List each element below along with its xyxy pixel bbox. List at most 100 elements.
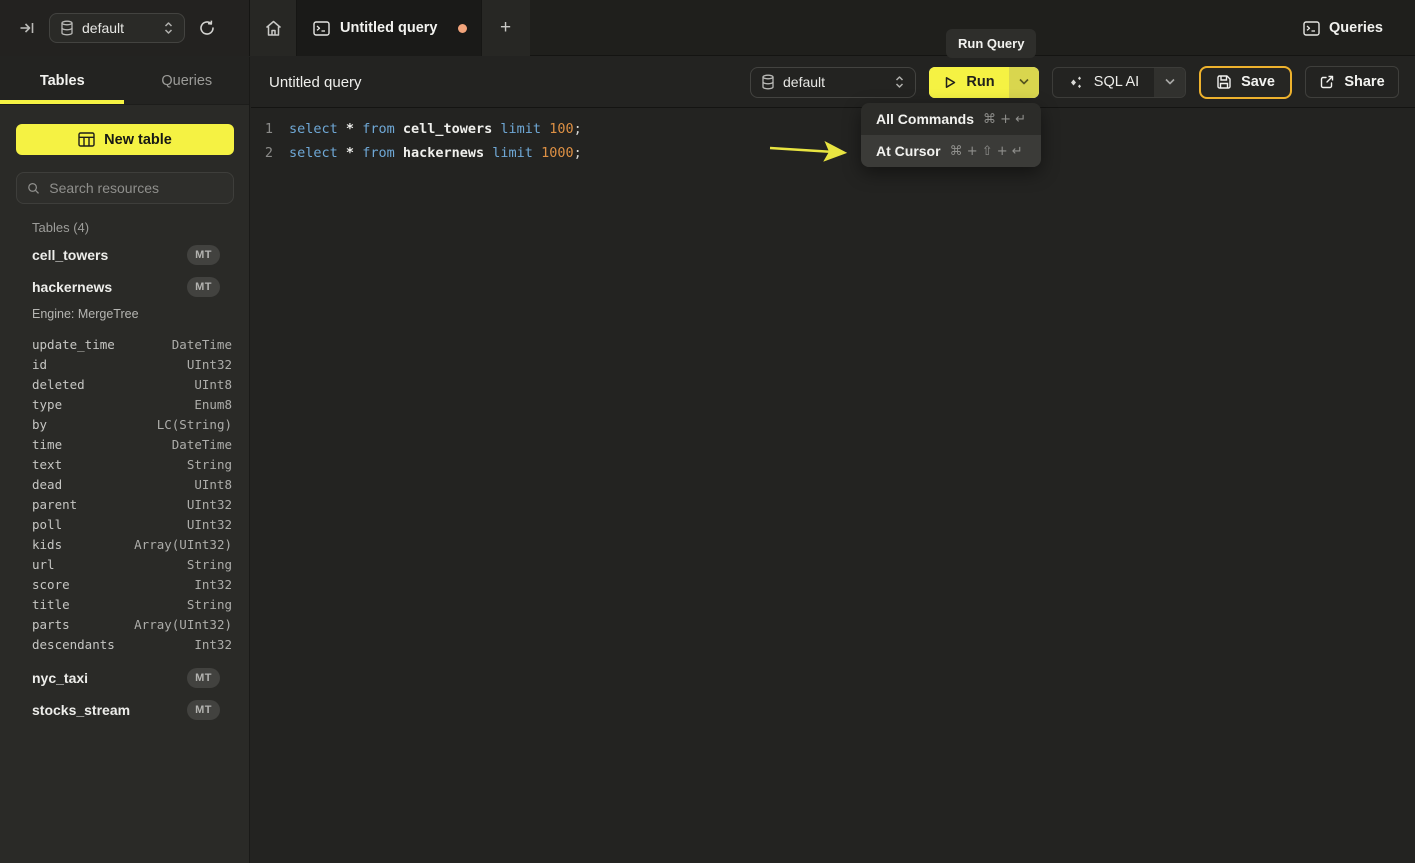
refresh-icon (198, 19, 216, 37)
share-button[interactable]: Share (1305, 66, 1399, 98)
columns-list: update_timeDateTimeidUInt32deletedUInt8t… (0, 334, 249, 654)
unsaved-changes-dot (458, 24, 467, 33)
database-selector-toolbar[interactable]: default (750, 67, 916, 98)
table-row-nyc_taxi[interactable]: nyc_taxiMT (0, 662, 249, 694)
column-type: UInt8 (194, 477, 232, 492)
column-type: String (187, 457, 232, 472)
sql-ai-options-caret[interactable] (1154, 68, 1185, 97)
column-name: score (32, 577, 194, 592)
column-name: update_time (32, 337, 172, 352)
column-name: poll (32, 517, 187, 532)
new-table-label: New table (104, 132, 172, 148)
sql-ai-button[interactable]: SQL AI (1052, 67, 1186, 98)
code-lines: 1select * from cell_towers limit 100;2se… (259, 117, 1415, 165)
table-name: hackernews (32, 279, 187, 295)
column-name: descendants (32, 637, 194, 652)
collapse-sidebar-icon (18, 19, 36, 37)
column-type: String (187, 557, 232, 572)
search-resources-input[interactable] (49, 180, 223, 196)
column-name: text (32, 457, 187, 472)
column-row: textString (0, 454, 249, 474)
updown-chevron-icon (163, 20, 174, 36)
table-row-hackernews[interactable]: hackernewsMT (0, 271, 249, 303)
topbar-left-section: default (0, 0, 250, 56)
column-type: Int32 (194, 577, 232, 592)
column-row: scoreInt32 (0, 574, 249, 594)
sql-console-app: default (0, 0, 1415, 863)
home-button[interactable] (250, 0, 297, 56)
table-icon (78, 132, 95, 147)
updown-chevron-icon (894, 74, 905, 90)
column-type: UInt32 (187, 497, 232, 512)
run-options-caret[interactable] (1009, 67, 1039, 98)
column-row: urlString (0, 554, 249, 574)
run-button-main[interactable]: Run (929, 67, 1009, 98)
column-name: url (32, 557, 187, 572)
column-type: UInt32 (187, 517, 232, 532)
column-type: Array(UInt32) (134, 617, 232, 632)
tab-untitled-query[interactable]: Untitled query (297, 0, 482, 56)
line-number: 2 (259, 145, 273, 161)
column-name: kids (32, 537, 134, 552)
table-row-stocks_stream[interactable]: stocks_streamMT (0, 694, 249, 726)
database-selector-value: default (783, 74, 886, 90)
run-options-menu: All Commands⌘ + ↵ At Cursor ⌘ + ⇧ + ↵ (861, 103, 1041, 167)
code-text: select * from cell_towers limit 100; (289, 121, 582, 137)
menu-item-shortcut: ⌘ + ⇧ + ↵ (950, 144, 1023, 159)
column-row: timeDateTime (0, 434, 249, 454)
menu-item-at-cursor[interactable]: At Cursor ⌘ + ⇧ + ↵ (861, 135, 1041, 167)
new-tab-button[interactable]: + (482, 0, 529, 56)
save-button-label: Save (1241, 74, 1275, 90)
column-name: dead (32, 477, 194, 492)
column-row: pollUInt32 (0, 514, 249, 534)
column-row: descendantsInt32 (0, 634, 249, 654)
menu-item-all-commands[interactable]: All Commands⌘ + ↵ (861, 103, 1041, 135)
column-row: typeEnum8 (0, 394, 249, 414)
save-button[interactable]: Save (1199, 66, 1292, 99)
column-name: type (32, 397, 194, 412)
sql-ai-main[interactable]: SQL AI (1053, 68, 1154, 97)
run-button-label: Run (966, 74, 994, 90)
tables-list: cell_towersMThackernewsMTEngine: MergeTr… (0, 239, 249, 726)
collapse-sidebar-button[interactable] (10, 11, 44, 45)
code-line: 2select * from hackernews limit 1000; (259, 141, 1415, 165)
topbar: default (0, 0, 1415, 56)
search-box (16, 172, 234, 204)
run-query-tooltip: Run Query (946, 29, 1036, 58)
table-row-cell_towers[interactable]: cell_towersMT (0, 239, 249, 271)
engine-label: Engine: MergeTree (32, 307, 249, 325)
sql-editor[interactable]: 1select * from cell_towers limit 100;2se… (251, 109, 1415, 863)
table-name: nyc_taxi (32, 670, 187, 686)
column-name: parent (32, 497, 187, 512)
new-table-button[interactable]: New table (16, 124, 234, 155)
column-type: UInt8 (194, 377, 232, 392)
sidebar-tab-queries[interactable]: Queries (125, 57, 250, 104)
engine-badge: MT (187, 700, 220, 720)
save-floppy-icon (1216, 74, 1232, 90)
menu-item-label: At Cursor (876, 143, 941, 159)
column-type: Enum8 (194, 397, 232, 412)
sidebar-tab-tables[interactable]: Tables (0, 57, 125, 104)
refresh-button[interactable] (191, 12, 223, 44)
play-icon (943, 75, 957, 90)
column-row: titleString (0, 594, 249, 614)
column-row: kidsArray(UInt32) (0, 534, 249, 554)
query-terminal-icon (313, 21, 330, 36)
column-row: parentUInt32 (0, 494, 249, 514)
chevron-down-icon (1164, 78, 1176, 86)
run-button[interactable]: Run (929, 67, 1039, 98)
column-row: byLC(String) (0, 414, 249, 434)
menu-item-label: All Commands (876, 111, 974, 127)
tab-title: Untitled query (340, 20, 448, 36)
engine-badge: MT (187, 245, 220, 265)
database-icon (60, 20, 74, 36)
active-tab-underline (0, 100, 124, 104)
chevron-down-icon (1018, 78, 1030, 86)
table-name: cell_towers (32, 247, 187, 263)
column-row: deadUInt8 (0, 474, 249, 494)
query-title: Untitled query (269, 74, 750, 91)
engine-badge: MT (187, 668, 220, 688)
sidebar: Tables Queries New table Tables (4) cell… (0, 57, 250, 863)
database-selector-topbar[interactable]: default (49, 13, 185, 43)
queries-button[interactable]: Queries (1303, 12, 1383, 44)
